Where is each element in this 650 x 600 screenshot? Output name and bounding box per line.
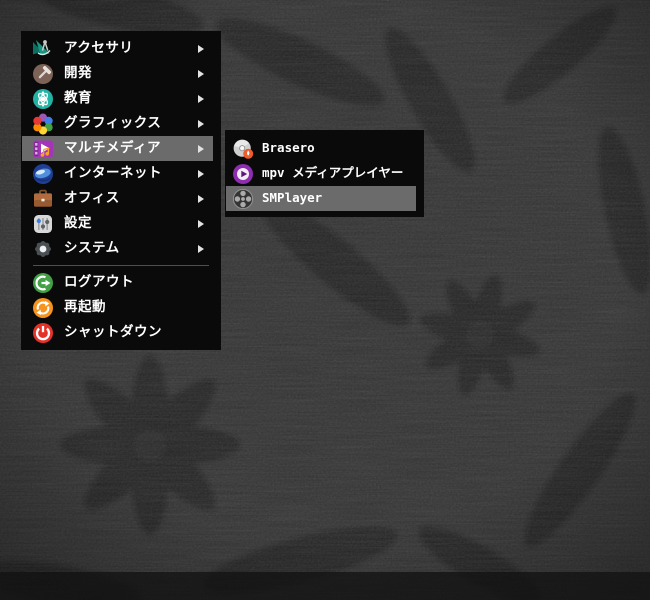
menu-item-label: 設定 bbox=[64, 215, 92, 231]
mpv-icon bbox=[233, 163, 253, 184]
menu-item-label: ログアウト bbox=[64, 274, 134, 290]
education-icon bbox=[33, 88, 53, 109]
menu-item-label: シャットダウン bbox=[64, 324, 162, 340]
menu-item-education[interactable]: 教育 bbox=[22, 86, 213, 111]
logout-icon bbox=[33, 272, 53, 293]
menu-item-restart[interactable]: 再起動 bbox=[22, 295, 213, 320]
multimedia-icon bbox=[33, 140, 53, 157]
menu-item-settings[interactable]: 設定 bbox=[22, 211, 213, 236]
submenu-arrow-icon bbox=[198, 219, 204, 228]
menu-item-label: 開発 bbox=[64, 65, 92, 81]
brasero-icon bbox=[233, 139, 254, 159]
submenu-item-smplayer[interactable]: SMPlayer bbox=[226, 186, 416, 211]
restart-icon bbox=[33, 297, 53, 318]
menu-item-label: 再起動 bbox=[64, 299, 106, 315]
graphics-icon bbox=[33, 113, 53, 135]
menu-item-office[interactable]: オフィス bbox=[22, 186, 213, 211]
menu-item-label: オフィス bbox=[64, 190, 120, 206]
applications-menu: アクセサリ 開発 教育 グラフィックス マルチメディア インターネット オフィス… bbox=[21, 31, 221, 350]
system-icon bbox=[35, 240, 51, 257]
submenu-item-label: Brasero bbox=[262, 139, 315, 155]
submenu-arrow-icon bbox=[198, 244, 204, 253]
menu-item-graphics[interactable]: グラフィックス bbox=[22, 111, 213, 136]
submenu-arrow-icon bbox=[198, 119, 204, 128]
settings-icon bbox=[34, 214, 52, 233]
development-icon bbox=[33, 63, 53, 84]
desktop: アクセサリ 開発 教育 グラフィックス マルチメディア インターネット オフィス… bbox=[0, 0, 650, 600]
submenu-arrow-icon bbox=[198, 69, 204, 78]
menu-item-label: インターネット bbox=[64, 165, 162, 181]
menu-item-internet[interactable]: インターネット bbox=[22, 161, 213, 186]
menu-item-label: アクセサリ bbox=[64, 40, 134, 56]
submenu-arrow-icon bbox=[198, 94, 204, 103]
menu-item-logout[interactable]: ログアウト bbox=[22, 270, 213, 295]
office-icon bbox=[34, 189, 52, 207]
menu-separator bbox=[33, 265, 209, 266]
menu-item-multimedia[interactable]: マルチメディア bbox=[22, 136, 213, 161]
menu-item-accessories[interactable]: アクセサリ bbox=[22, 36, 213, 61]
menu-item-development[interactable]: 開発 bbox=[22, 61, 213, 86]
menu-item-label: マルチメディア bbox=[64, 140, 162, 156]
menu-item-shutdown[interactable]: シャットダウン bbox=[22, 320, 213, 345]
menu-item-label: グラフィックス bbox=[64, 115, 162, 131]
menu-item-label: システム bbox=[64, 240, 120, 256]
submenu-item-mpv[interactable]: mpv メディアプレイヤー bbox=[226, 161, 416, 186]
submenu-item-label: SMPlayer bbox=[262, 189, 323, 205]
submenu-item-label: mpv メディアプレイヤー bbox=[262, 164, 404, 180]
submenu-arrow-icon bbox=[198, 169, 204, 178]
smplayer-icon bbox=[232, 188, 254, 209]
accessories-icon bbox=[33, 39, 51, 55]
internet-icon bbox=[33, 163, 53, 184]
shutdown-icon bbox=[33, 322, 53, 343]
submenu-arrow-icon bbox=[198, 144, 204, 153]
submenu-item-brasero[interactable]: Brasero bbox=[226, 136, 416, 161]
submenu-arrow-icon bbox=[198, 194, 204, 203]
menu-item-system[interactable]: システム bbox=[22, 236, 213, 261]
menu-item-label: 教育 bbox=[64, 90, 92, 106]
multimedia-submenu: Brasero mpv メディアプレイヤー SMPlayer bbox=[225, 130, 424, 217]
submenu-arrow-icon bbox=[198, 44, 204, 53]
